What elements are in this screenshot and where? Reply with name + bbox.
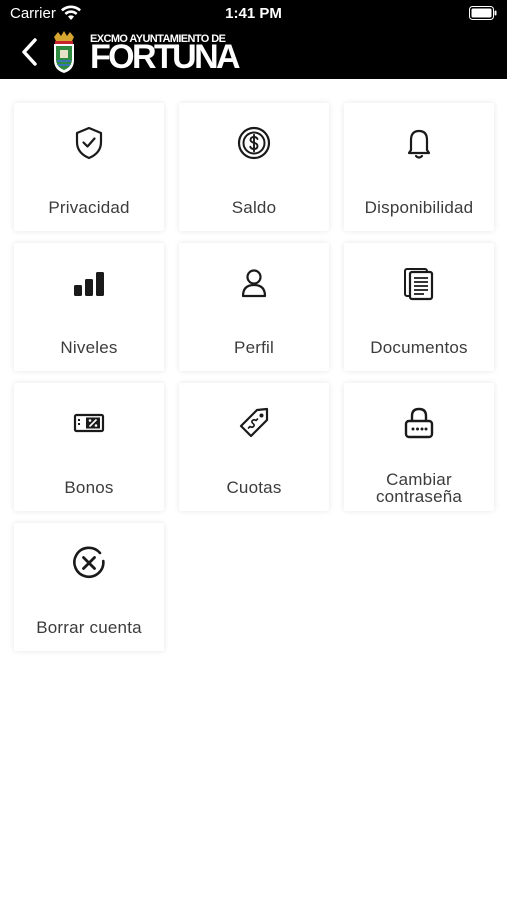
bell-icon xyxy=(407,129,431,159)
perfil-label: Perfil xyxy=(234,338,274,357)
perfil-tile[interactable]: Perfil xyxy=(179,243,329,371)
cambiar-label-line2: contraseña xyxy=(375,487,463,506)
navigation-bar: EXCMO AYUNTAMIENTO DE FORTUNA xyxy=(0,28,507,79)
app-screen: Carrier 1:41 PM EXCMO AYUNTAMIENTO DE FO… xyxy=(0,0,507,900)
saldo-tile[interactable]: Saldo xyxy=(179,103,329,231)
price-tag-icon xyxy=(239,407,269,438)
coat-of-arms-logo xyxy=(54,31,74,73)
documents-icon xyxy=(404,268,434,301)
disponibilidad-label: Disponibilidad xyxy=(364,198,474,217)
user-icon xyxy=(241,269,267,298)
discount-ticket-icon xyxy=(73,413,105,433)
saldo-label: Saldo xyxy=(231,198,277,217)
top-bar: Carrier 1:41 PM EXCMO AYUNTAMIENTO DE FO… xyxy=(0,0,507,79)
bar-levels-icon xyxy=(74,272,104,296)
back-arrow-icon[interactable] xyxy=(18,34,42,70)
shield-check-icon xyxy=(75,126,103,160)
close-circle-icon xyxy=(73,546,105,579)
documentos-tile[interactable]: Documentos xyxy=(344,243,494,371)
niveles-label: Niveles xyxy=(60,338,118,357)
privacidad-label: Privacidad xyxy=(48,198,130,217)
coin-dollar-icon xyxy=(237,126,271,160)
logo-title: FORTUNA xyxy=(90,38,241,76)
cuotas-label: Cuotas xyxy=(226,478,282,497)
borrar-cuenta-tile[interactable]: Borrar cuenta xyxy=(14,523,164,651)
bonos-label: Bonos xyxy=(64,478,114,497)
cambiar-contrasena-tile[interactable]: Cambiar contraseña xyxy=(344,383,494,511)
niveles-tile[interactable]: Niveles xyxy=(14,243,164,371)
cambiar-contrasena-label: Cambiar contraseña xyxy=(344,471,494,505)
disponibilidad-tile[interactable]: Disponibilidad xyxy=(344,103,494,231)
status-bar: Carrier 1:41 PM xyxy=(0,0,507,28)
privacidad-tile[interactable]: Privacidad xyxy=(14,103,164,231)
battery-icon xyxy=(469,6,497,20)
clock: 1:41 PM xyxy=(225,5,282,22)
bonos-tile[interactable]: Bonos xyxy=(14,383,164,511)
lock-icon xyxy=(404,407,434,439)
documentos-label: Documentos xyxy=(370,338,468,357)
borrar-cuenta-label: Borrar cuenta xyxy=(36,618,142,637)
cambiar-label-line1: Cambiar xyxy=(386,470,452,489)
cuotas-tile[interactable]: Cuotas xyxy=(179,383,329,511)
